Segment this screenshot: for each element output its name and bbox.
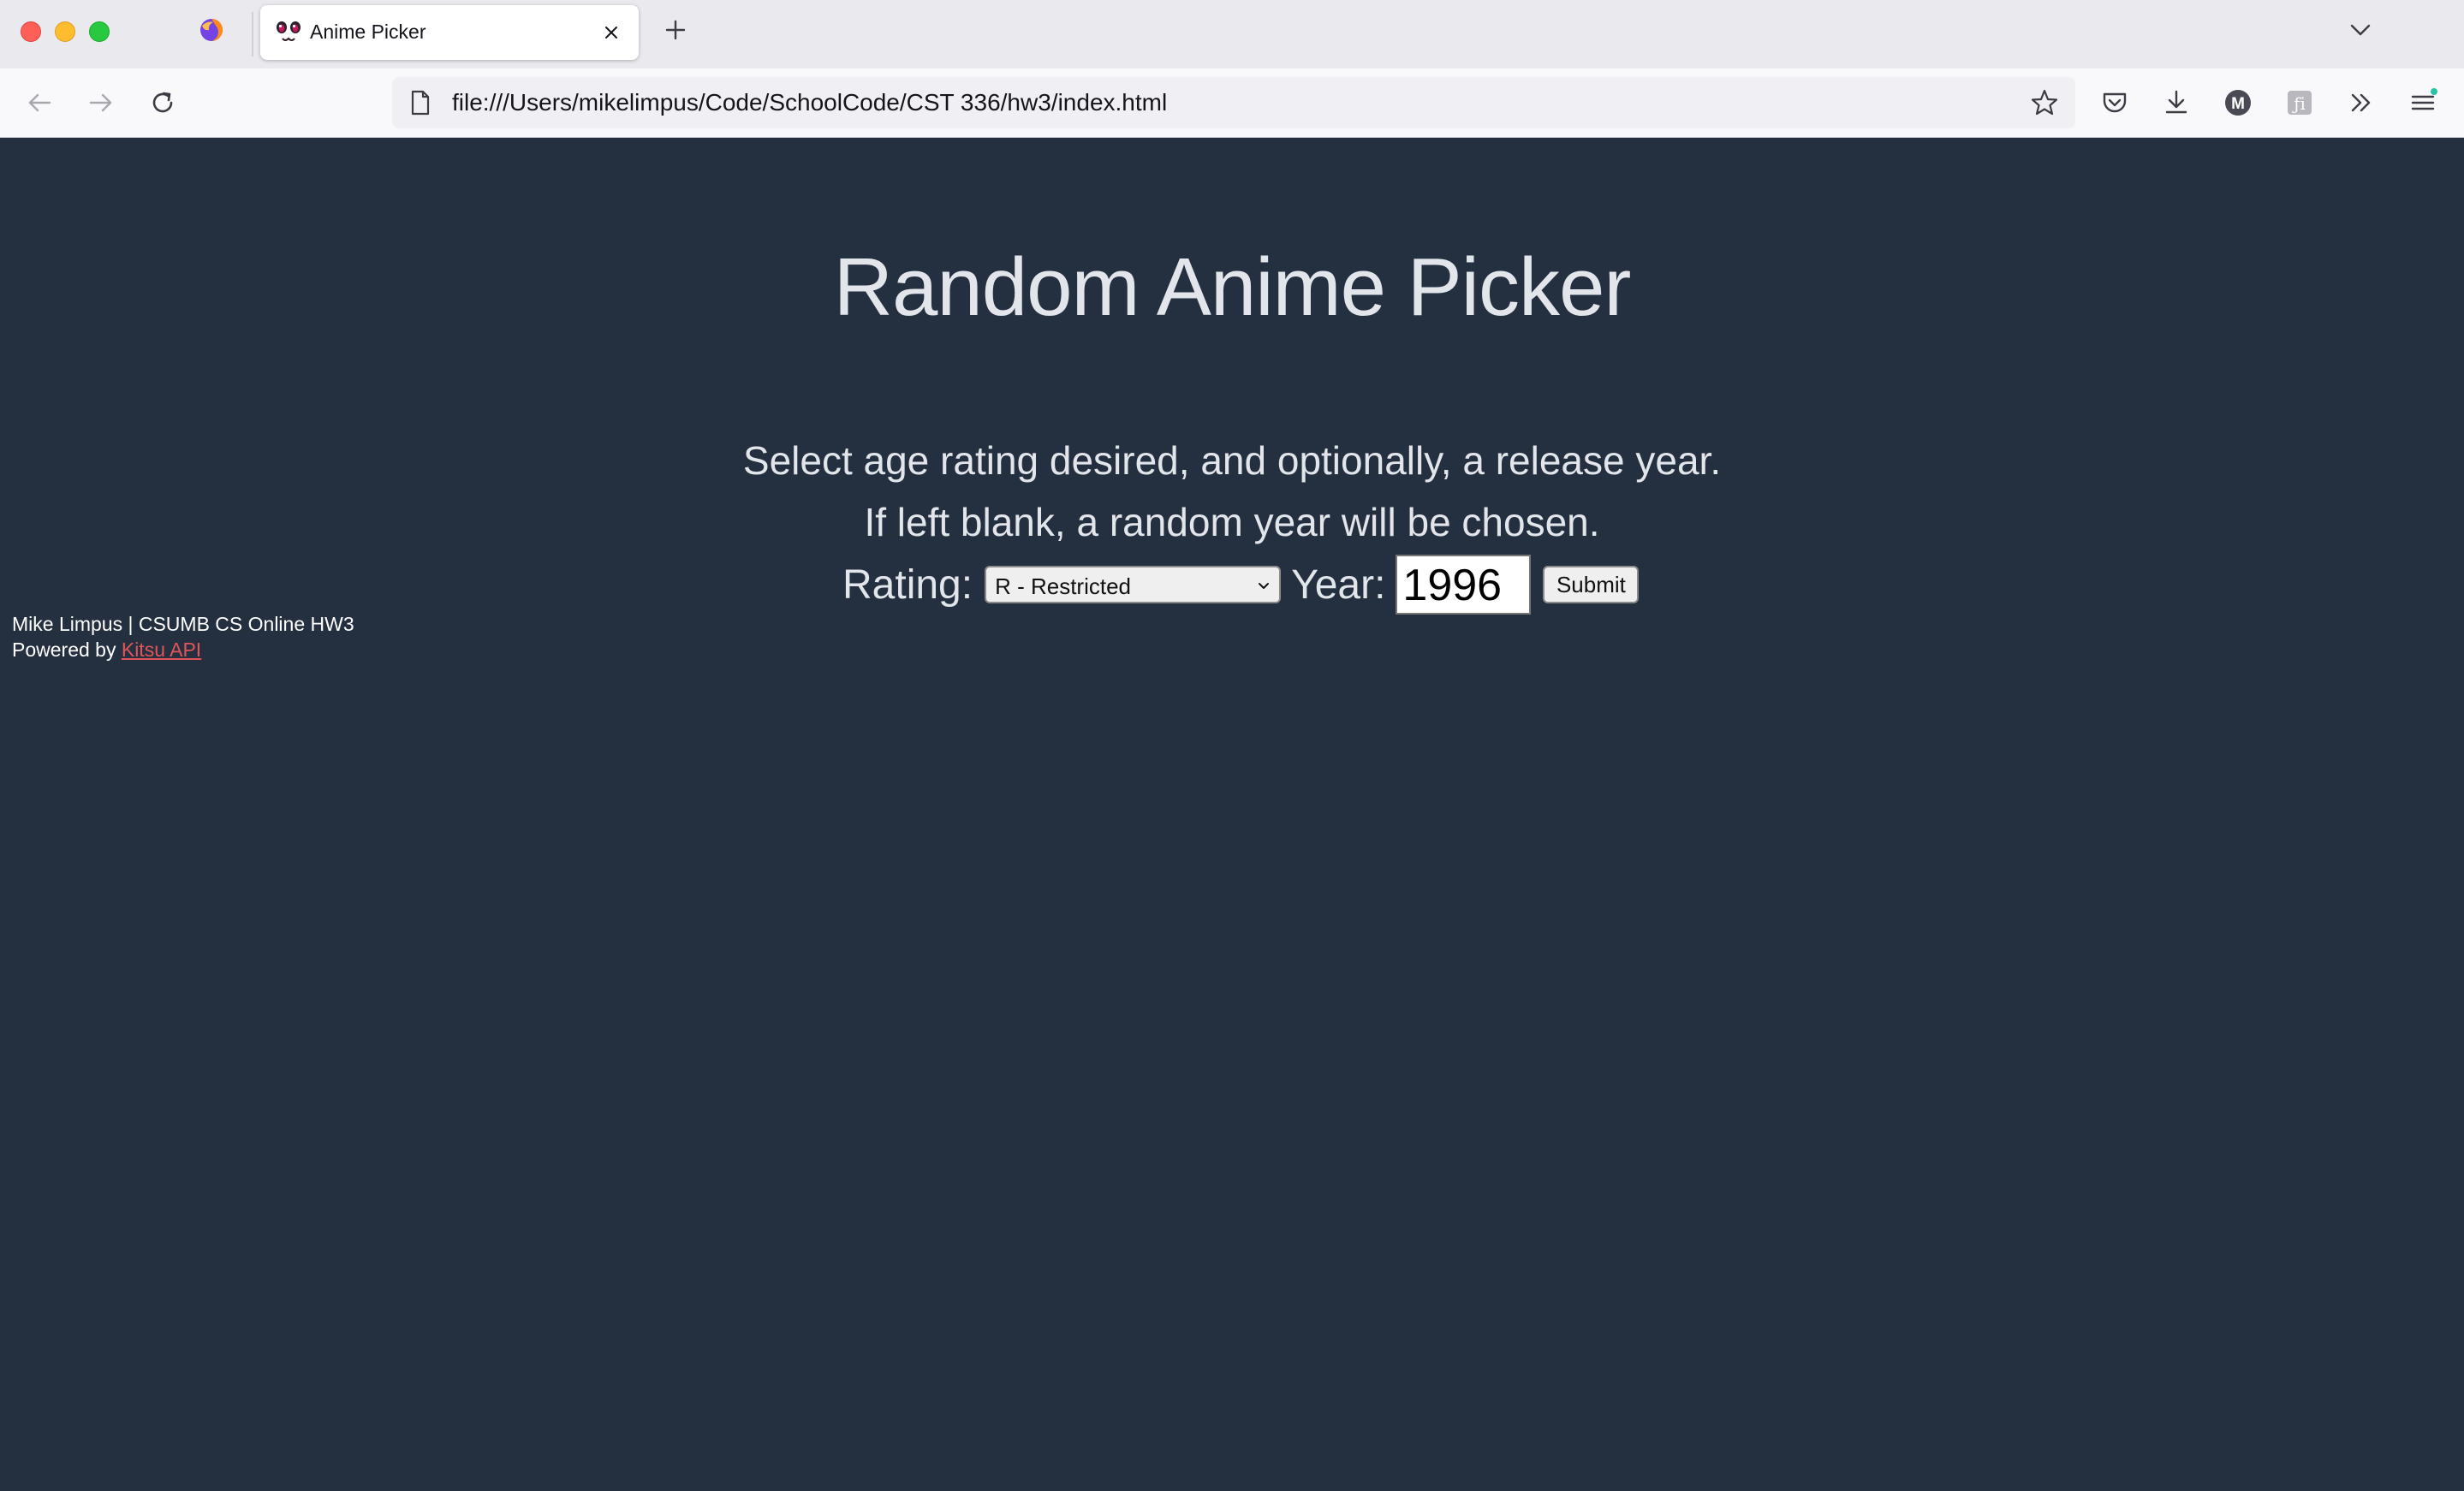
account-avatar-icon[interactable]: M (2223, 87, 2253, 118)
rating-select[interactable]: R - Restricted (985, 566, 1282, 603)
forward-arrow-icon[interactable] (86, 87, 116, 118)
instruction-line-1: Select age rating desired, and optionall… (742, 438, 1722, 483)
chevron-down-icon[interactable] (2346, 17, 2375, 43)
instruction-line-2: If left blank, a random year will be cho… (864, 500, 1600, 544)
url-bar[interactable]: file:///Users/mikelimpus/Code/SchoolCode… (392, 77, 2075, 128)
close-tab-icon[interactable] (599, 21, 623, 45)
menu-hamburger-icon[interactable] (2407, 87, 2438, 118)
bookmark-star-icon[interactable] (2029, 87, 2060, 118)
year-label: Year: (1291, 561, 1386, 608)
powered-by-text: Powered by (12, 639, 116, 661)
tab-separator (252, 12, 253, 56)
svg-text:M: M (2231, 95, 2245, 113)
footer-powered-by: Powered by Kitsu API (12, 637, 354, 662)
page-title: Random Anime Picker (833, 241, 1632, 333)
kitsu-api-link[interactable]: Kitsu API (122, 639, 201, 661)
footer: Mike Limpus | CSUMB CS Online HW3 Powere… (12, 611, 354, 662)
svg-text:ƒi: ƒi (2292, 93, 2306, 114)
year-input[interactable]: 1996 (1396, 555, 1532, 615)
downloads-icon[interactable] (2161, 87, 2192, 118)
chevron-down-icon (1259, 583, 1270, 589)
extension-icon[interactable]: ƒi (2284, 87, 2315, 118)
submit-button[interactable]: Submit (1543, 566, 1640, 603)
new-tab-icon[interactable] (663, 17, 688, 43)
page-content: Random Anime Picker Select age rating de… (0, 138, 2464, 1491)
url-text[interactable]: file:///Users/mikelimpus/Code/SchoolCode… (452, 89, 1167, 116)
footer-credit: Mike Limpus | CSUMB CS Online HW3 (12, 613, 354, 635)
more-tools-chevron-icon[interactable] (2346, 87, 2377, 118)
tab-anime-picker[interactable]: Anime Picker (260, 5, 639, 60)
rating-selected-value: R - Restricted (995, 573, 1132, 599)
back-arrow-icon[interactable] (24, 87, 55, 118)
tab-title: Anime Picker (310, 21, 426, 43)
firefox-tab-icon[interactable] (199, 17, 224, 43)
pocket-icon[interactable] (2099, 87, 2130, 118)
close-window-button[interactable] (21, 21, 41, 42)
minimize-window-button[interactable] (55, 21, 75, 42)
page-icon (411, 90, 430, 116)
zoom-window-button[interactable] (89, 21, 110, 42)
search-form: Rating: R - Restricted Year: 1996 Submit (842, 552, 1640, 617)
reload-icon[interactable] (147, 87, 178, 118)
year-input-value: 1996 (1402, 561, 1503, 610)
tab-strip: Anime Picker (0, 0, 2464, 68)
anime-face-favicon-icon (277, 21, 301, 41)
rating-label: Rating: (842, 561, 973, 608)
